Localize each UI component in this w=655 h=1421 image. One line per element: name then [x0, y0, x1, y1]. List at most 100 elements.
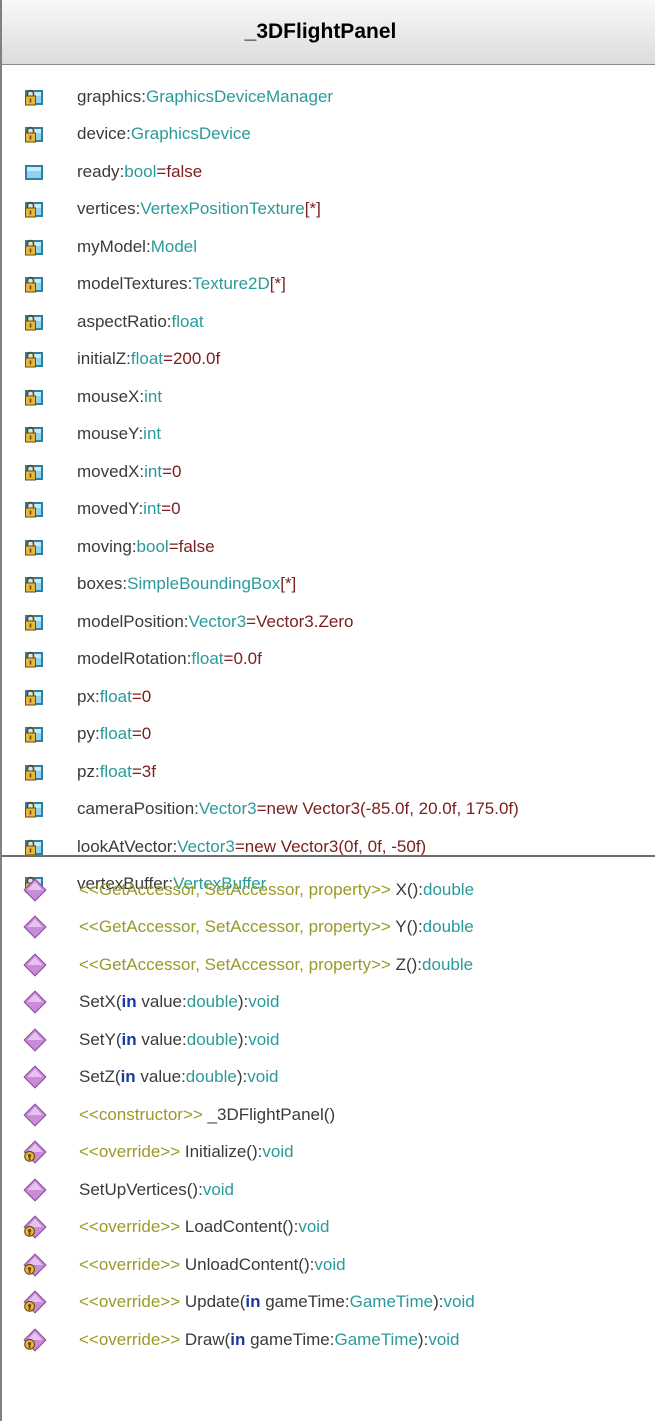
- operation-return-type: double: [422, 879, 475, 899]
- attribute-text: movedY:int=0: [77, 499, 181, 519]
- operation-return-type: void: [443, 1292, 475, 1312]
- operation-row[interactable]: <<override>> Draw(in gameTime:GameTime):…: [2, 1321, 655, 1359]
- attribute-text: py:float=0: [77, 724, 152, 744]
- attribute-row[interactable]: modelRotation:float=0.0f: [2, 641, 655, 679]
- operation-row[interactable]: <<GetAccessor, SetAccessor, property>> X…: [2, 871, 655, 909]
- private-attribute-icon: [22, 85, 46, 109]
- attribute-text: movedX:int=0: [77, 461, 182, 481]
- operation-return-type: void: [202, 1179, 234, 1199]
- attribute-row[interactable]: mouseX:int: [2, 378, 655, 416]
- protected-operation-icon: [22, 1139, 48, 1165]
- attribute-row[interactable]: modelTextures:Texture2D[*]: [2, 266, 655, 304]
- attribute-name: modelPosition: [77, 611, 184, 631]
- attribute-row[interactable]: vertices:VertexPositionTexture[*]: [2, 191, 655, 229]
- attribute-row[interactable]: boxes:SimpleBoundingBox[*]: [2, 566, 655, 604]
- attribute-row[interactable]: initialZ:float=200.0f: [2, 341, 655, 379]
- operation-row[interactable]: SetY(in value:double):void: [2, 1021, 655, 1059]
- operation-stereotype: <<override>>: [79, 1329, 181, 1349]
- attribute-default: new Vector3(0f, 0f, -50f): [244, 836, 427, 856]
- attribute-row[interactable]: px:float=0: [2, 678, 655, 716]
- attribute-type: bool: [124, 161, 157, 181]
- operation-row[interactable]: <<GetAccessor, SetAccessor, property>> Z…: [2, 946, 655, 984]
- operation-row[interactable]: <<override>> Initialize():void: [2, 1134, 655, 1172]
- attribute-text: vertices:VertexPositionTexture[*]: [77, 199, 321, 219]
- attribute-row[interactable]: cameraPosition:Vector3=new Vector3(-85.0…: [2, 791, 655, 829]
- attribute-text: device:GraphicsDevice: [77, 124, 251, 144]
- operation-row[interactable]: SetX(in value:double):void: [2, 984, 655, 1022]
- attribute-row[interactable]: modelPosition:Vector3=Vector3.Zero: [2, 603, 655, 641]
- attribute-row[interactable]: movedY:int=0: [2, 491, 655, 529]
- attribute-default: false: [178, 536, 215, 556]
- attribute-row[interactable]: graphics:GraphicsDeviceManager: [2, 78, 655, 116]
- operation-text: SetX(in value:double):void: [79, 992, 280, 1012]
- public-operation-icon: [22, 877, 48, 903]
- attribute-text: mouseY:int: [77, 424, 162, 444]
- attribute-text: lookAtVector:Vector3=new Vector3(0f, 0f,…: [77, 836, 427, 856]
- attribute-multiplicity: [*]: [269, 274, 286, 294]
- private-attribute-icon: [22, 647, 46, 671]
- operation-text: SetUpVertices():void: [79, 1179, 234, 1199]
- attribute-row[interactable]: py:float=0: [2, 716, 655, 754]
- private-attribute-icon: [22, 422, 46, 446]
- attribute-type: float: [99, 724, 132, 744]
- operation-row[interactable]: <<override>> UnloadContent():void: [2, 1246, 655, 1284]
- param-direction: in: [245, 1292, 261, 1312]
- attribute-row[interactable]: moving:bool=false: [2, 528, 655, 566]
- attribute-row[interactable]: device:GraphicsDevice: [2, 116, 655, 154]
- attribute-name: modelTextures: [77, 274, 188, 294]
- private-attribute-icon: [22, 760, 46, 784]
- attribute-default: Vector3.Zero: [256, 611, 354, 631]
- attribute-name: boxes: [77, 574, 123, 594]
- attribute-text: modelPosition:Vector3=Vector3.Zero: [77, 611, 354, 631]
- public-operation-icon: [22, 1102, 48, 1128]
- operation-name: UnloadContent: [184, 1254, 299, 1274]
- attribute-type: float: [191, 649, 224, 669]
- attribute-row[interactable]: myModel:Model: [2, 228, 655, 266]
- operation-row[interactable]: <<GetAccessor, SetAccessor, property>> Y…: [2, 909, 655, 947]
- param-type: double: [185, 1067, 237, 1087]
- operation-row[interactable]: <<constructor>> _3DFlightPanel(): [2, 1096, 655, 1134]
- attribute-row[interactable]: pz:float=3f: [2, 753, 655, 791]
- attribute-row[interactable]: lookAtVector:Vector3=new Vector3(0f, 0f,…: [2, 828, 655, 866]
- attribute-default: 0.0f: [233, 649, 262, 669]
- public-operation-icon: [22, 1064, 48, 1090]
- param-type: GameTime: [349, 1292, 434, 1312]
- operation-stereotype: <<GetAccessor, SetAccessor, property>>: [79, 954, 391, 974]
- operation-return-type: double: [422, 917, 474, 937]
- operation-text: SetZ(in value:double):void: [79, 1067, 279, 1087]
- attribute-text: modelTextures:Texture2D[*]: [77, 274, 286, 294]
- operation-row[interactable]: SetUpVertices():void: [2, 1171, 655, 1209]
- private-attribute-icon: [22, 197, 46, 221]
- operation-name: Initialize: [184, 1142, 247, 1162]
- compartment-divider: [2, 855, 655, 857]
- attribute-row[interactable]: movedX:int=0: [2, 453, 655, 491]
- public-operation-icon: [22, 914, 48, 940]
- operation-name: Y: [395, 917, 407, 937]
- attribute-type: int: [144, 461, 163, 481]
- attribute-type: Vector3: [188, 611, 247, 631]
- operation-row[interactable]: SetZ(in value:double):void: [2, 1059, 655, 1097]
- attribute-type: bool: [136, 536, 169, 556]
- operation-row[interactable]: <<override>> Update(in gameTime:GameTime…: [2, 1284, 655, 1322]
- attribute-name: initialZ: [77, 349, 127, 369]
- public-operation-icon: [22, 952, 48, 978]
- attribute-row[interactable]: mouseY:int: [2, 416, 655, 454]
- attribute-type: int: [143, 499, 162, 519]
- operation-name: Draw: [184, 1329, 225, 1349]
- attribute-name: moving: [77, 536, 132, 556]
- attribute-name: ready: [77, 161, 120, 181]
- attribute-default: 0: [141, 724, 152, 744]
- operation-return-type: void: [428, 1329, 460, 1349]
- operation-stereotype: <<GetAccessor, SetAccessor, property>>: [79, 879, 391, 899]
- attribute-name: movedY: [77, 499, 139, 519]
- operation-text: <<override>> Initialize():void: [79, 1142, 294, 1162]
- attribute-row[interactable]: aspectRatio:float: [2, 303, 655, 341]
- operation-row[interactable]: <<override>> LoadContent():void: [2, 1209, 655, 1247]
- attribute-multiplicity: [*]: [304, 199, 321, 219]
- operation-return-type: void: [248, 1029, 280, 1049]
- attribute-text: graphics:GraphicsDeviceManager: [77, 86, 334, 106]
- operation-name: _3DFlightPanel: [207, 1104, 324, 1124]
- operation-text: <<override>> LoadContent():void: [79, 1217, 330, 1237]
- attribute-row[interactable]: ready:bool=false: [2, 153, 655, 191]
- attribute-type: GraphicsDeviceManager: [146, 86, 334, 106]
